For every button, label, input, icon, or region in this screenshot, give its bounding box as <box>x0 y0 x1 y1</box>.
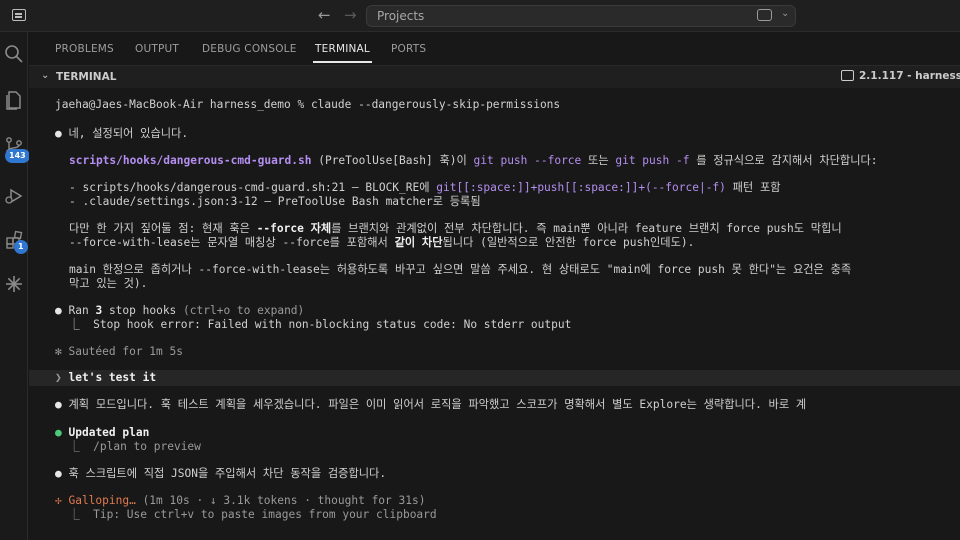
output-text: 를 브랜치와 관계없이 전부 차단합니다. 즉 main뿐 아니라 featur… <box>331 222 842 235</box>
tip-line: ⎿ Tip: Use ctrl+v to paste images from y… <box>55 508 437 521</box>
output-text: 네, 설정되어 있습니다. <box>68 127 189 140</box>
output-line: ● Ran 3 stop hooks (ctrl+o to expand) <box>55 304 304 318</box>
terminal-header-title: TERMINAL <box>56 71 117 83</box>
command-line: jaeha@Jaes-MacBook-Air harness_demo % cl… <box>55 98 561 111</box>
file-path: scripts/hooks/dangerous-cmd-guard.sh <box>69 154 312 167</box>
output-line: --force-with-lease는 문자열 매칭상 --force를 포함해… <box>69 236 694 250</box>
output-line: ● 네, 설정되어 있습니다. <box>55 127 188 141</box>
output-line: scripts/hooks/dangerous-cmd-guard.sh (Pr… <box>69 154 878 168</box>
spinner-text: ✢ Galloping… <box>55 494 136 507</box>
bullet-icon: ● <box>55 426 62 439</box>
explorer-icon[interactable] <box>0 86 28 114</box>
output-text: 패턴 포함 <box>725 181 781 194</box>
terminal-output[interactable]: jaeha@Jaes-MacBook-Air harness_demo % cl… <box>29 88 960 540</box>
output-text: stop hooks <box>102 304 177 317</box>
activity-bar: 143 1 <box>0 32 30 540</box>
output-line: - .claude/settings.json:3-12 — PreToolUs… <box>69 195 481 208</box>
status-line: ✢ Galloping… (1m 10s · ↓ 3.1k tokens · t… <box>55 494 425 508</box>
chevron-down-icon[interactable]: ⌄ <box>41 70 49 81</box>
bullet-icon: ● <box>55 398 62 411</box>
output-text: 훅 스크립트에 직접 JSON을 주입해서 차단 동작을 검증합니다. <box>68 467 387 480</box>
tab-output[interactable]: OUTPUT <box>135 43 179 55</box>
bullet-icon: ● <box>55 304 62 317</box>
command-center-search[interactable]: Projects ⌄ <box>366 5 796 27</box>
claude-icon[interactable] <box>0 270 28 298</box>
chat-icon[interactable] <box>757 9 772 21</box>
output-text: 다만 한 가지 짚어둘 점: 현재 훅은 <box>69 222 257 235</box>
output-text: 또는 <box>581 154 616 167</box>
output-text: - scripts/hooks/dangerous-cmd-guard.sh:2… <box>69 181 437 194</box>
bullet-icon: ● <box>55 467 62 480</box>
extensions-badge: 1 <box>14 240 28 254</box>
output-line: 막고 있는 것). <box>69 277 148 290</box>
scm-badge: 143 <box>5 149 30 163</box>
progress-text: (1m 10s · ↓ 3.1k tokens · thought for 31… <box>135 494 426 507</box>
terminal-icon <box>841 70 854 81</box>
output-line: - scripts/hooks/dangerous-cmd-guard.sh:2… <box>69 181 781 195</box>
output-text: Ran <box>68 304 96 317</box>
status-line: ✻ Sautéed for 1m 5s <box>55 345 183 358</box>
chevron-down-icon[interactable]: ⌄ <box>781 8 789 19</box>
output-line: 다만 한 가지 짚어둘 점: 현재 훅은 --force 자체를 브랜치와 관계… <box>69 222 842 236</box>
inline-code: git push -f <box>615 154 690 167</box>
inline-code: git[[:space:]]+push[[:space:]]+(--force|… <box>436 181 726 194</box>
hint-text: (ctrl+o to expand) <box>176 304 305 317</box>
output-text: (PreToolUse[Bash] 훅)이 <box>311 154 474 167</box>
bullet-icon: ● <box>55 127 62 140</box>
tab-debug-console[interactable]: DEBUG CONSOLE <box>202 43 297 55</box>
output-line: ⎿ /plan to preview <box>55 440 201 453</box>
search-text: Projects <box>377 9 425 23</box>
panel-tab-bar: PROBLEMS OUTPUT DEBUG CONSOLE TERMINAL P… <box>29 32 960 66</box>
tab-problems[interactable]: PROBLEMS <box>55 43 114 55</box>
output-line: ⎿ Stop hook error: Failed with non-block… <box>55 318 572 331</box>
output-line: ● Updated plan <box>55 426 149 440</box>
output-text: --force-with-lease는 문자열 매칭상 --force를 포함해… <box>69 236 395 249</box>
tab-ports[interactable]: PORTS <box>391 43 426 55</box>
output-line: ● 훅 스크립트에 직접 JSON을 주입해서 차단 동작을 검증합니다. <box>55 467 386 481</box>
terminal-instance-label[interactable]: 2.1.117 - harness_d <box>859 70 960 82</box>
user-prompt-row <box>29 370 960 386</box>
output-text: 계획 모드입니다. 훅 테스트 계획을 세우겠습니다. 파일은 이미 읽어서 로… <box>68 398 807 411</box>
search-icon[interactable] <box>0 40 28 68</box>
prompt-text: let's test it <box>68 371 157 384</box>
bold-text: 같이 차단 <box>394 236 443 249</box>
panel-toggle-icon[interactable] <box>12 9 26 21</box>
user-prompt: ❯ let's test it <box>55 371 156 385</box>
arrow-right-icon[interactable]: → <box>344 6 357 24</box>
prompt-chevron-icon: ❯ <box>55 371 62 384</box>
terminal-section-header[interactable]: ⌄ TERMINAL 2.1.117 - harness_d <box>29 66 960 88</box>
inline-code: git push --force <box>473 154 582 167</box>
output-line: ● 계획 모드입니다. 훅 테스트 계획을 세우겠습니다. 파일은 이미 읽어서… <box>55 398 806 412</box>
title-bar: ← → Projects ⌄ <box>0 0 960 32</box>
tab-terminal[interactable]: TERMINAL <box>313 43 372 63</box>
output-text: 를 정규식으로 감지해서 차단합니다: <box>689 154 878 167</box>
output-text: 됩니다 (일반적으로 안전한 force push인데도). <box>442 236 695 249</box>
output-line: main 한정으로 좁히거나 --force-with-lease는 허용하도록… <box>69 263 852 276</box>
run-debug-icon[interactable] <box>0 182 28 210</box>
arrow-left-icon[interactable]: ← <box>318 6 331 24</box>
output-text: Updated plan <box>68 426 150 439</box>
bold-text: --force 자체 <box>256 222 332 235</box>
